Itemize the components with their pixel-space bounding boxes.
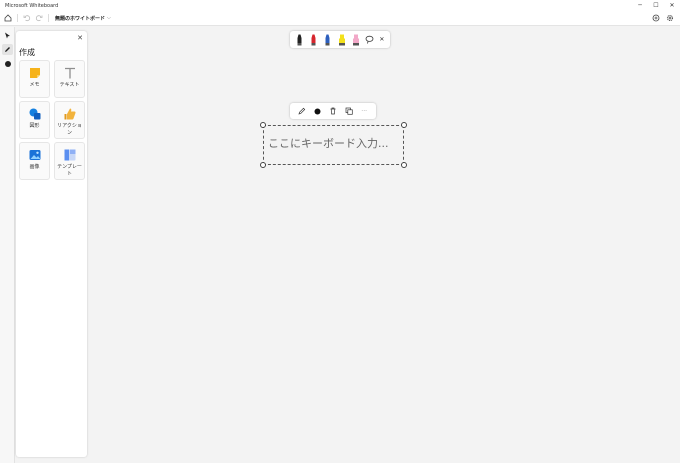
copy-icon[interactable] <box>344 106 354 116</box>
textbox-placeholder[interactable]: ここにキーボード入力... <box>268 135 389 151</box>
tile-template[interactable]: テンプレート <box>54 142 85 180</box>
chevron-down-icon[interactable]: ⌵ <box>107 15 111 21</box>
app-toolbar: 無題のホワイトボード ⌵ <box>0 11 680 26</box>
text-icon <box>64 67 75 79</box>
text-box[interactable]: ここにキーボード入力... <box>260 122 407 168</box>
app-title: Microsoft Whiteboard <box>5 2 59 9</box>
maximize-button[interactable]: ☐ <box>648 0 664 11</box>
tile-label: メモ <box>29 82 40 88</box>
red-pen-icon[interactable] <box>309 34 318 46</box>
tile-text[interactable]: テキスト <box>54 60 85 98</box>
pen-tray: ✕ <box>290 31 390 48</box>
resize-handle[interactable] <box>401 122 407 128</box>
edit-pencil-icon[interactable] <box>297 106 307 116</box>
toolbar-divider <box>48 14 49 22</box>
tile-label: 図形 <box>29 123 40 129</box>
pink-highlighter-icon[interactable] <box>351 34 360 46</box>
more-options-icon[interactable]: ··· <box>359 106 369 116</box>
tile-note[interactable]: メモ <box>19 60 50 98</box>
board-title[interactable]: 無題のホワイトボード <box>55 15 105 22</box>
create-tiles: メモ テキスト 図形 リアクション 画像 テンプレート <box>19 60 85 180</box>
resize-handle[interactable] <box>260 162 266 168</box>
tile-label: 画像 <box>29 164 40 170</box>
create-tool-button[interactable] <box>2 58 13 69</box>
left-tool-rail <box>0 27 15 463</box>
pen-icon <box>5 47 10 52</box>
text-format-toolbar: ··· <box>290 103 376 119</box>
close-button[interactable]: ✕ <box>664 0 680 11</box>
close-tray-button[interactable]: ✕ <box>379 36 384 43</box>
home-icon[interactable] <box>2 12 14 24</box>
tile-label: リアクション <box>57 123 82 136</box>
tile-label: テンプレート <box>57 164 82 177</box>
minimize-button[interactable]: ─ <box>632 0 648 11</box>
redo-icon[interactable] <box>33 12 45 24</box>
black-pen-icon[interactable] <box>295 34 304 46</box>
close-icon[interactable]: ✕ <box>77 34 83 42</box>
yellow-highlighter-icon[interactable] <box>337 34 346 46</box>
tile-reaction[interactable]: リアクション <box>54 101 85 139</box>
tile-label: テキスト <box>59 82 80 88</box>
create-panel: ✕ 作成 メモ テキスト 図形 リアクション 画像 テンプレート <box>16 31 87 457</box>
delete-icon[interactable] <box>328 106 338 116</box>
title-bar: Microsoft Whiteboard ─ ☐ ✕ <box>0 0 680 11</box>
cursor-icon <box>5 32 10 39</box>
image-icon <box>29 150 40 160</box>
toolbar-right-group <box>650 12 680 24</box>
pen-tool-button[interactable] <box>2 44 13 55</box>
sticky-note-icon <box>29 68 40 78</box>
blue-pen-icon[interactable] <box>323 34 332 46</box>
gear-icon[interactable] <box>664 12 676 24</box>
undo-icon[interactable] <box>21 12 33 24</box>
resize-handle[interactable] <box>401 162 407 168</box>
lasso-icon[interactable] <box>365 34 374 46</box>
tile-image[interactable]: 画像 <box>19 142 50 180</box>
tile-shapes[interactable]: 図形 <box>19 101 50 139</box>
shapes-icon <box>29 108 40 120</box>
text-color-icon[interactable] <box>312 106 322 116</box>
panel-title: 作成 <box>19 48 35 57</box>
reaction-icon <box>64 108 76 120</box>
toolbar-divider <box>17 14 18 22</box>
share-icon[interactable] <box>650 12 662 24</box>
template-icon <box>64 149 75 161</box>
select-tool-button[interactable] <box>2 30 13 41</box>
resize-handle[interactable] <box>260 122 266 128</box>
add-circle-icon <box>4 60 11 67</box>
